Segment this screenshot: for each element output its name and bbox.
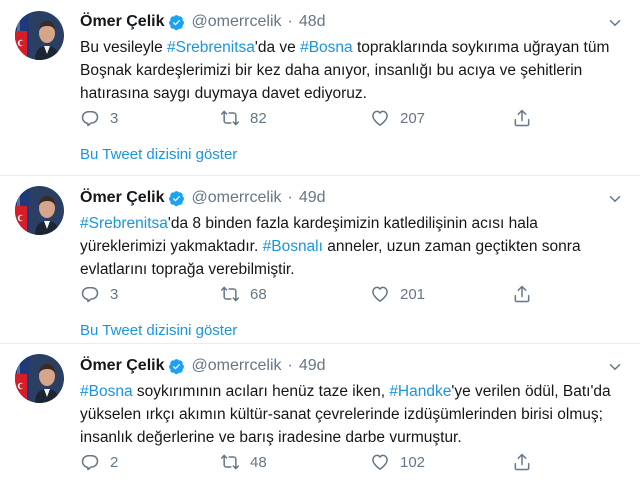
avatar[interactable] bbox=[15, 354, 64, 403]
avatar[interactable] bbox=[15, 11, 64, 60]
share-icon bbox=[512, 108, 532, 128]
like-count: 201 bbox=[400, 285, 426, 303]
text-segment: Bu vesileyle bbox=[80, 39, 168, 56]
retweet-count: 48 bbox=[250, 453, 267, 471]
tweet-header: Ömer Çelik @omerrcelik · 49d bbox=[80, 356, 628, 376]
reply-button[interactable]: 3 bbox=[80, 284, 118, 304]
chevron-down-icon[interactable] bbox=[606, 14, 624, 32]
heart-icon bbox=[370, 284, 390, 304]
tweet-text: #Srebrenitsa'da 8 binden fazla kardeşimi… bbox=[80, 212, 628, 281]
avatar-image bbox=[15, 354, 64, 403]
reply-icon bbox=[80, 108, 100, 128]
retweet-icon bbox=[220, 452, 240, 472]
chevron-down-icon[interactable] bbox=[606, 358, 624, 376]
tweet-content: Ömer Çelik @omerrcelik · 49d #Srebrenits… bbox=[80, 188, 628, 339]
share-icon bbox=[512, 284, 532, 304]
reply-icon bbox=[80, 284, 100, 304]
author-name[interactable]: Ömer Çelik bbox=[80, 357, 164, 375]
text-segment: soykırımının acıları henüz taze iken, bbox=[132, 383, 390, 400]
tweet-header: Ömer Çelik @omerrcelik · 48d bbox=[80, 12, 628, 32]
tweet-time[interactable]: 48d bbox=[299, 13, 326, 31]
tweet-time[interactable]: 49d bbox=[299, 189, 326, 207]
like-count: 207 bbox=[400, 109, 426, 127]
verified-badge-icon bbox=[168, 358, 185, 375]
like-count: 102 bbox=[400, 453, 426, 471]
tweet-text: Bu vesileyle #Srebrenitsa'da ve #Bosna t… bbox=[80, 36, 628, 105]
reply-button[interactable]: 3 bbox=[80, 108, 118, 128]
reply-count: 3 bbox=[110, 109, 119, 127]
tweet-header: Ömer Çelik @omerrcelik · 49d bbox=[80, 188, 628, 208]
heart-icon bbox=[370, 452, 390, 472]
retweet-icon bbox=[220, 284, 240, 304]
tweet-content: Ömer Çelik @omerrcelik · 48d Bu vesileyl… bbox=[80, 12, 628, 163]
separator-dot: · bbox=[287, 189, 293, 206]
chevron-down-icon[interactable] bbox=[606, 190, 624, 208]
hashtag-link[interactable]: #Srebrenitsa bbox=[167, 39, 255, 56]
tweet-3[interactable]: Ömer Çelik @omerrcelik · 49d #Bosna soyk… bbox=[0, 344, 640, 484]
tweet-time[interactable]: 49d bbox=[299, 357, 326, 375]
author-name[interactable]: Ömer Çelik bbox=[80, 189, 164, 207]
retweet-icon bbox=[220, 108, 240, 128]
reply-count: 3 bbox=[110, 285, 119, 303]
author-name[interactable]: Ömer Çelik bbox=[80, 13, 164, 31]
verified-badge-icon bbox=[168, 190, 185, 207]
separator-dot: · bbox=[287, 357, 293, 374]
hashtag-link[interactable]: #Handke bbox=[389, 383, 451, 400]
hashtag-link[interactable]: #Bosnalı bbox=[263, 238, 323, 255]
author-handle[interactable]: @omerrcelik bbox=[191, 13, 281, 31]
hashtag-link[interactable]: #Bosna bbox=[80, 383, 133, 400]
heart-icon bbox=[370, 108, 390, 128]
retweet-count: 82 bbox=[250, 109, 267, 127]
tweet-2[interactable]: Ömer Çelik @omerrcelik · 49d #Srebrenits… bbox=[0, 176, 640, 344]
tweet-actions: 3 82 207 bbox=[80, 108, 550, 128]
hashtag-link[interactable]: #Srebrenitsa bbox=[80, 215, 168, 232]
avatar[interactable] bbox=[15, 186, 64, 235]
verified-badge-icon bbox=[168, 14, 185, 31]
retweet-button[interactable]: 82 bbox=[220, 108, 267, 128]
tweet-1[interactable]: Ömer Çelik @omerrcelik · 48d Bu vesileyl… bbox=[0, 0, 640, 176]
tweet-content: Ömer Çelik @omerrcelik · 49d #Bosna soyk… bbox=[80, 356, 628, 471]
author-handle[interactable]: @omerrcelik bbox=[191, 189, 281, 207]
author-handle[interactable]: @omerrcelik bbox=[191, 357, 281, 375]
retweet-button[interactable]: 68 bbox=[220, 284, 267, 304]
reply-count: 2 bbox=[110, 453, 119, 471]
avatar-image bbox=[15, 186, 64, 235]
reply-button[interactable]: 2 bbox=[80, 452, 118, 472]
like-button[interactable]: 201 bbox=[370, 284, 425, 304]
show-thread-link[interactable]: Bu Tweet dizisini göster bbox=[80, 146, 237, 163]
avatar-image bbox=[15, 11, 64, 60]
share-button[interactable] bbox=[512, 452, 532, 472]
tweet-actions: 3 68 201 bbox=[80, 284, 550, 304]
tweet-text: #Bosna soykırımının acıları henüz taze i… bbox=[80, 380, 628, 449]
share-button[interactable] bbox=[512, 108, 532, 128]
tweet-actions: 2 48 102 bbox=[80, 452, 550, 472]
share-button[interactable] bbox=[512, 284, 532, 304]
like-button[interactable]: 207 bbox=[370, 108, 425, 128]
text-segment: 'da ve bbox=[254, 39, 301, 56]
separator-dot: · bbox=[287, 13, 293, 30]
hashtag-link[interactable]: #Bosna bbox=[300, 39, 353, 56]
share-icon bbox=[512, 452, 532, 472]
reply-icon bbox=[80, 452, 100, 472]
like-button[interactable]: 102 bbox=[370, 452, 425, 472]
show-thread-link[interactable]: Bu Tweet dizisini göster bbox=[80, 322, 237, 339]
retweet-button[interactable]: 48 bbox=[220, 452, 267, 472]
retweet-count: 68 bbox=[250, 285, 267, 303]
